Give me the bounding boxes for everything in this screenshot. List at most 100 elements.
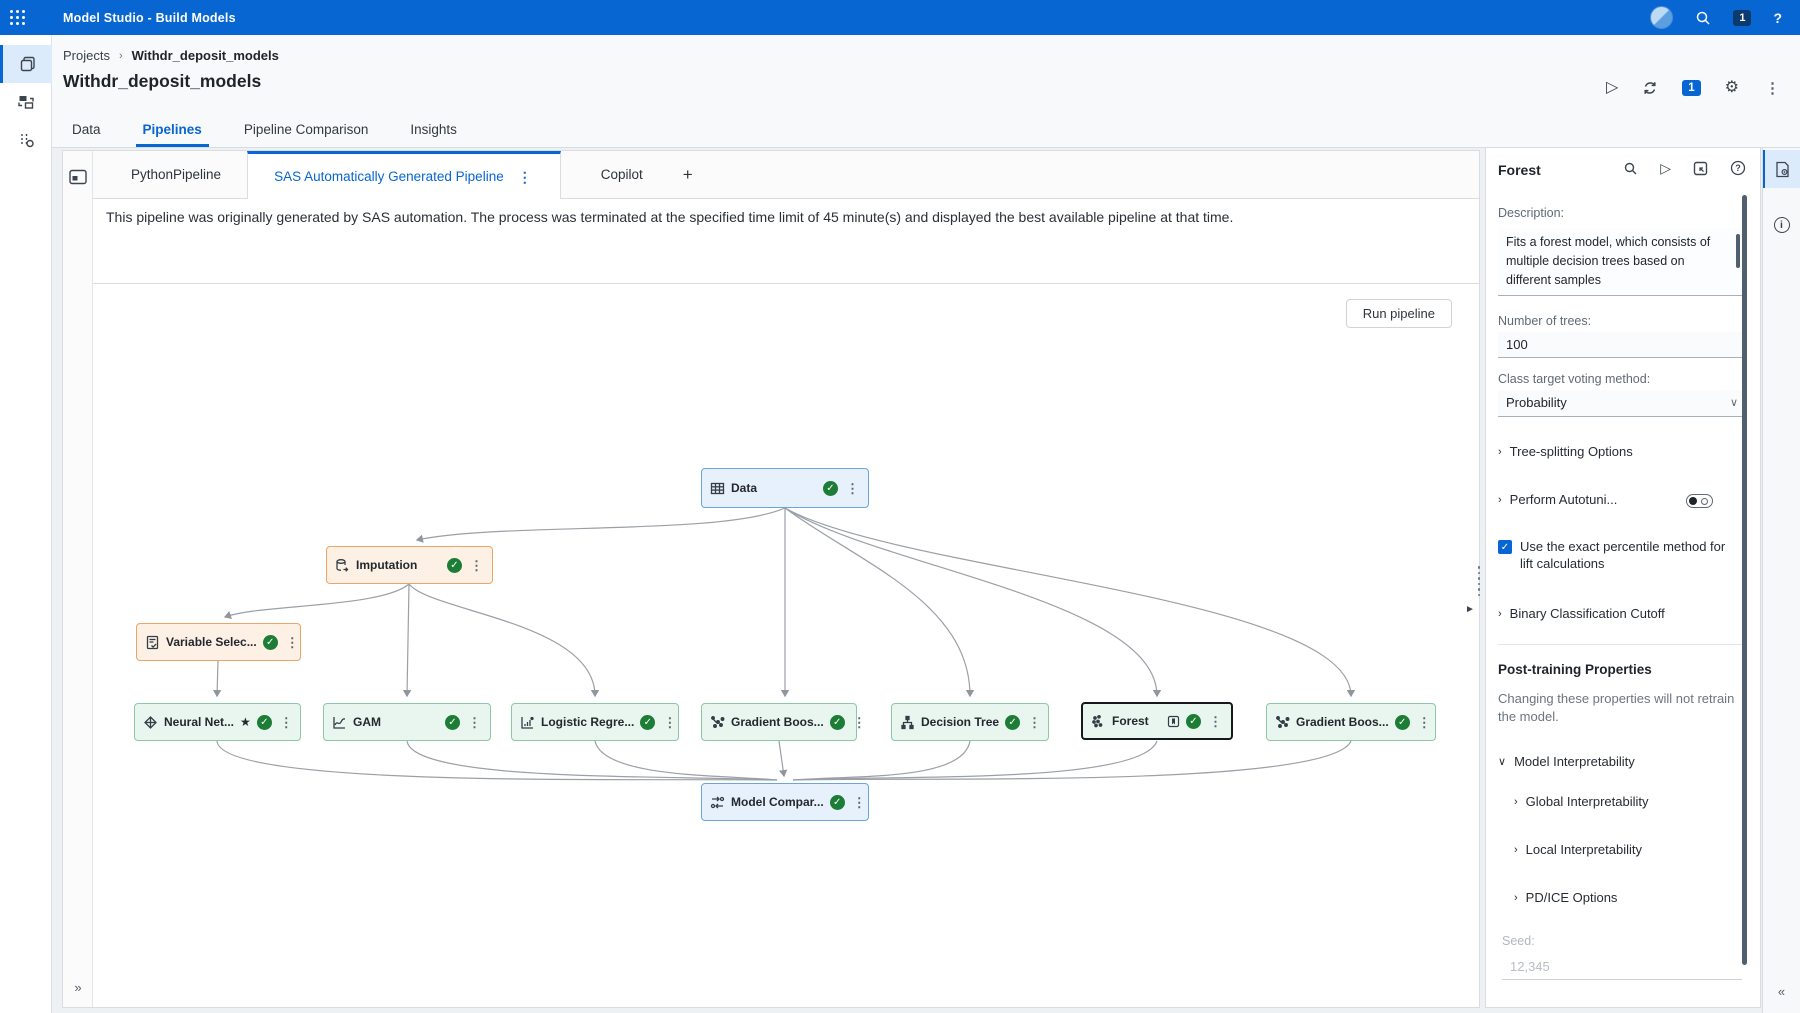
section-divider [1498,644,1746,645]
node-variable-selection[interactable]: Variable Selec... ✓ ⋮ [136,623,301,661]
curve-chart-icon [332,715,347,730]
sas-logo-icon[interactable] [1650,6,1673,29]
notification-badge[interactable]: 1 [1733,10,1751,26]
pipeline-canvas[interactable]: Run pipeline [93,284,1479,1007]
forest-icon [1091,714,1106,729]
description-textarea[interactable]: Fits a forest model, which consists of m… [1498,228,1746,296]
node-imputation[interactable]: Imputation ✓ ⋮ [326,546,493,584]
node-label: Neural Net... [164,715,234,729]
splitter-grip[interactable] [1476,566,1482,600]
tab-pipeline-comparison[interactable]: Pipeline Comparison [237,114,376,147]
section-autotune[interactable]: › Perform Autotuni... [1498,492,1617,507]
node-menu-icon[interactable]: ⋮ [278,716,295,729]
pipeline-tab-python[interactable]: PythonPipeline [105,151,247,198]
tab-insights[interactable]: Insights [403,114,464,147]
pipeline-tab-menu-icon[interactable]: ⋮ [516,170,534,184]
node-gradient-boosting-1[interactable]: Gradient Boos... ✓ ⋮ [701,703,857,741]
neural-network-icon [143,715,158,730]
imputation-icon [335,558,350,573]
refresh-icon[interactable] [1642,80,1658,96]
node-menu-icon[interactable]: ⋮ [1026,716,1043,729]
post-training-heading: Post-training Properties [1498,662,1652,677]
node-menu-icon[interactable]: ⋮ [851,796,868,809]
node-forest[interactable]: Forest ✓ ⋮ [1081,702,1233,740]
node-neural-network[interactable]: Neural Net... ★ ✓ ⋮ [134,703,301,741]
node-label: Forest [1112,714,1161,728]
section-label: Perform Autotuni... [1510,492,1618,507]
section-binary-cutoff[interactable]: › Binary Classification Cutoff [1498,606,1665,621]
panel-help-icon[interactable]: ? [1730,160,1746,176]
panel-register-icon[interactable] [1693,161,1708,176]
percentile-checkbox[interactable]: ✓ [1498,540,1512,554]
success-check-icon: ✓ [447,558,462,573]
properties-scrollbar[interactable] [1742,195,1747,965]
tab-pipelines[interactable]: Pipelines [136,114,209,147]
number-of-trees-input[interactable] [1498,332,1746,358]
section-global-interpretability[interactable]: › Global Interpretability [1514,794,1649,809]
search-icon[interactable] [1695,10,1711,26]
info-banner-text: This pipeline was originally generated b… [106,209,1233,225]
section-tree-splitting[interactable]: › Tree-splitting Options [1498,444,1633,459]
chevron-right-icon: › [1498,446,1502,458]
pipeline-tab-sas-auto[interactable]: SAS Automatically Generated Pipeline ⋮ [247,151,561,199]
header-more-icon[interactable]: ⋮ [1763,81,1782,96]
success-check-icon: ✓ [1395,715,1410,730]
node-label: GAM [353,715,439,729]
node-menu-icon[interactable]: ⋮ [661,716,678,729]
expand-panel-icon[interactable]: » [63,980,93,995]
rail-item-properties[interactable] [1763,150,1800,188]
collapse-panel-icon[interactable]: « [1763,984,1800,999]
section-local-interpretability[interactable]: › Local Interpretability [1514,842,1642,857]
splitter-collapse-icon[interactable]: ► [1465,604,1475,615]
success-check-icon: ✓ [823,481,838,496]
node-menu-icon[interactable]: ⋮ [468,559,485,572]
section-model-interpretability[interactable]: ∨ Model Interpretability [1498,754,1635,769]
pages-icon [19,55,37,73]
node-gam[interactable]: GAM ✓ ⋮ [323,703,491,741]
header-badge[interactable]: 1 [1682,80,1700,96]
node-menu-icon[interactable]: ⋮ [284,636,301,649]
pipeline-info-banner: This pipeline was originally generated b… [93,199,1479,284]
swap-icon [17,93,35,111]
sidebar-item-exchange[interactable] [0,83,52,121]
node-menu-icon[interactable]: ⋮ [844,482,861,495]
gradient-boosting-icon [710,715,725,730]
breadcrumb-separator: › [119,50,123,62]
node-decision-tree[interactable]: Decision Tree ✓ ⋮ [891,703,1049,741]
node-logistic-regression[interactable]: Logistic Regre... ✓ ⋮ [511,703,679,741]
section-pdice-options[interactable]: › PD/ICE Options [1514,890,1617,905]
description-scrollbar[interactable] [1736,234,1740,268]
run-icon[interactable]: ▷ [1606,80,1618,96]
node-menu-icon[interactable]: ⋮ [466,716,483,729]
gear-icon[interactable]: ⚙ [1725,80,1739,96]
section-label: Binary Classification Cutoff [1510,606,1665,621]
node-model-comparison[interactable]: Model Compar... ✓ ⋮ [701,783,869,821]
chevron-down-icon: ∨ [1498,755,1506,768]
breadcrumb-projects[interactable]: Projects [63,48,110,63]
sidebar-item-pipelines[interactable] [0,45,52,83]
autotune-toggle[interactable] [1686,494,1713,508]
node-data[interactable]: Data ✓ ⋮ [701,468,869,508]
panel-run-icon[interactable]: ▷ [1660,161,1671,175]
node-gradient-boosting-2[interactable]: Gradient Boos... ✓ ⋮ [1266,703,1436,741]
chevron-right-icon: › [1498,608,1502,620]
chevron-right-icon: › [1514,844,1518,856]
sidebar-item-settings[interactable] [0,121,52,159]
rail-item-info[interactable]: i [1763,206,1800,244]
panel-preview-icon[interactable] [69,169,87,185]
node-menu-icon[interactable]: ⋮ [1207,715,1224,728]
pipeline-tab-copilot[interactable]: Copilot [575,151,669,198]
panel-search-icon[interactable] [1623,161,1638,176]
app-switcher-icon[interactable] [8,8,28,28]
voting-method-select[interactable]: Probability ∨ [1498,390,1746,417]
node-label: Decision Tree [921,715,999,729]
success-check-icon: ✓ [263,635,278,650]
node-menu-icon[interactable]: ⋮ [851,716,868,729]
node-menu-icon[interactable]: ⋮ [1416,716,1433,729]
percentile-checkbox-label: Use the exact percentile method for lift… [1520,538,1735,572]
tab-data[interactable]: Data [65,114,108,147]
document-eye-icon [1774,161,1791,178]
new-pipeline-tab-icon[interactable]: + [669,151,707,198]
breadcrumb: Projects › Withdr_deposit_models [63,48,279,63]
help-icon[interactable]: ? [1773,11,1782,25]
